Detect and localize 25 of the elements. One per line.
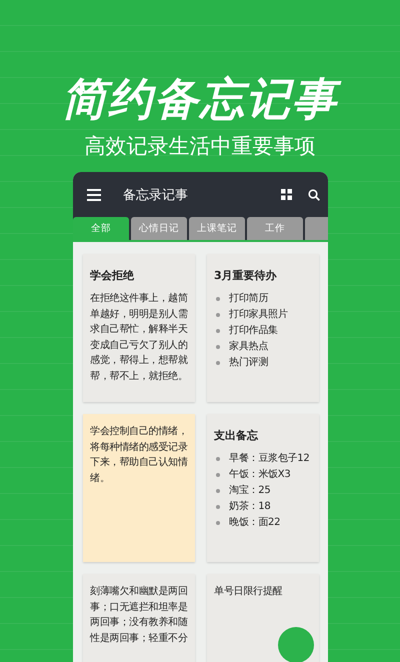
list-item: 晚饭：面22 (216, 515, 313, 531)
list-item: 打印家具照片 (216, 307, 313, 323)
list-item: 早餐：豆浆包子12 (216, 451, 313, 467)
note-card[interactable]: 单号日限行提醒 (207, 574, 319, 662)
note-text: 刻薄嘴欠和幽默是两回事；口无遮拦和坦率是两回事；没有教养和随性是两回事；轻重不分 (90, 584, 189, 646)
note-text: 在拒绝这件事上，越简单越好，明明是别人需求自己帮忙，解释半天变成自己亏欠了别人的感觉，帮得上，想帮就帮，帮不上，就拒绝。 (90, 292, 189, 384)
note-title: 3月重要待办 (214, 268, 278, 283)
note-card[interactable]: 3月重要待办 打印简历 打印家具照片 打印作品集 家具热点 热门评测 (207, 254, 319, 402)
subtitle: 高效记录生活中重要事项 (84, 133, 316, 160)
note-title: 支出备忘 (214, 428, 260, 443)
app-title: 备忘录记事 (123, 186, 189, 204)
note-title: 学会拒绝 (90, 268, 135, 283)
list-item: 打印作品集 (216, 323, 313, 339)
note-card[interactable]: 学会拒绝 在拒绝这件事上，越简单越好，明明是别人需求自己帮忙，解释半天变成自己亏欠了别人的感觉，帮得上，想帮就帮，帮不上，就拒绝。 (83, 254, 195, 402)
note-card[interactable]: 支出备忘 早餐：豆浆包子12 午饭：米饭X3 淘宝：25 奶茶：18 晚饭：面22 (207, 414, 319, 562)
note-card[interactable]: 学会控制自己的情绪，将每种情绪的感受记录下来，帮助自己认知情绪。 (83, 414, 195, 562)
list-item: 淘宝：25 (216, 483, 313, 499)
list-item: 家具热点 (216, 339, 313, 355)
note-text: 学会控制自己的情绪，将每种情绪的感受记录下来，帮助自己认知情绪。 (90, 424, 189, 486)
note-card[interactable]: 刻薄嘴欠和幽默是两回事；口无遮拦和坦率是两回事；没有教养和随性是两回事；轻重不分 (83, 574, 195, 662)
list-item: 奶茶：18 (216, 499, 313, 515)
list-item: 午饭：米饭X3 (216, 467, 313, 483)
list-item: 打印简历 (216, 291, 313, 307)
note-text: 单号日限行提醒 (214, 584, 284, 599)
list-item: 热门评测 (216, 355, 313, 371)
